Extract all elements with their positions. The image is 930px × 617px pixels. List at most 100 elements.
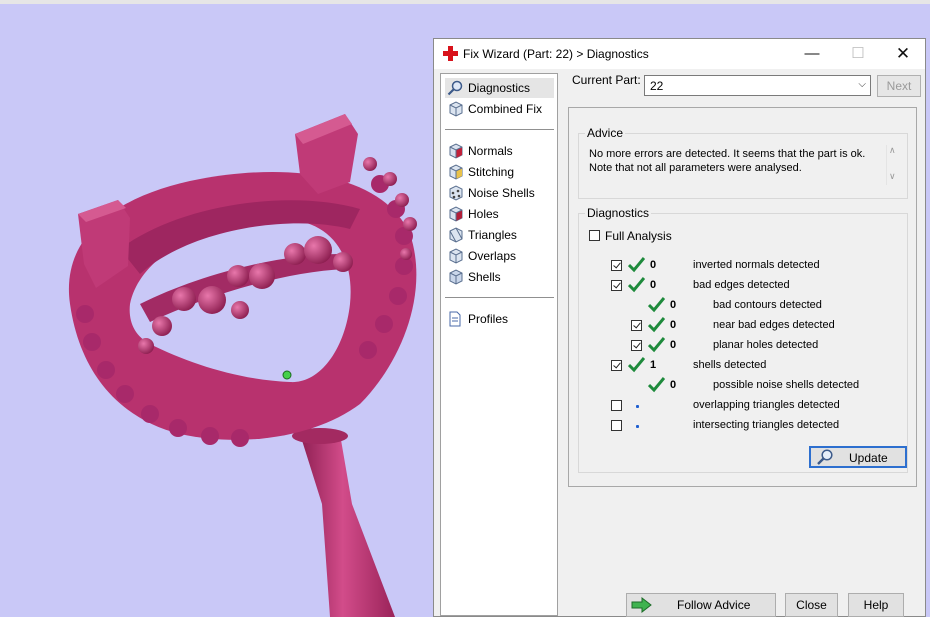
update-button[interactable]: Update xyxy=(809,446,907,468)
3d-viewport[interactable] xyxy=(0,4,433,617)
nav-divider xyxy=(445,297,554,298)
shells-checkbox[interactable] xyxy=(611,360,622,371)
pending-dot-icon xyxy=(636,425,639,428)
nav-item-label: Shells xyxy=(468,270,501,284)
noise-shells-icon xyxy=(449,185,463,201)
nav-item-diagnostics[interactable]: Diagnostics xyxy=(445,78,554,98)
diagnostics-group: Diagnostics Full Analysis 0 inverted nor… xyxy=(578,206,908,473)
near-bad-edges-count: 0 xyxy=(670,319,677,331)
current-part-select[interactable]: 22 ⌵ xyxy=(644,75,871,96)
nav-item-label: Diagnostics xyxy=(468,81,531,95)
minimize-icon[interactable]: — xyxy=(789,39,835,69)
nav-item-profiles[interactable]: Profiles xyxy=(445,309,554,329)
update-label: Update xyxy=(849,451,888,465)
inverted-normals-count: 0 xyxy=(650,259,657,271)
nav-item-noise-shells[interactable]: Noise Shells xyxy=(445,183,554,203)
wizard-navigation: Diagnostics Combined Fix Normals Stitchi… xyxy=(440,73,558,616)
shells-count: 1 xyxy=(650,359,657,371)
nav-item-label: Combined Fix xyxy=(468,102,543,116)
checkmark-icon xyxy=(648,377,665,393)
planar-holes-count: 0 xyxy=(670,339,677,351)
triangles-cube-icon xyxy=(449,227,463,243)
nav-item-label: Profiles xyxy=(468,312,509,326)
nav-item-label: Triangles xyxy=(468,228,517,242)
holes-cube-icon xyxy=(449,206,463,222)
close-button[interactable]: Close xyxy=(785,593,838,617)
title-bar: Fix Wizard (Part: 22) > Diagnostics — ☐ … xyxy=(434,39,925,69)
follow-advice-label: Follow Advice xyxy=(677,598,751,612)
inverted-normals-label: inverted normals detected xyxy=(693,259,820,271)
fix-wizard-dialog: Fix Wizard (Part: 22) > Diagnostics — ☐ … xyxy=(433,38,926,617)
nav-item-overlaps[interactable]: Overlaps xyxy=(445,246,554,266)
current-part-label: Current Part: xyxy=(572,73,641,87)
checkmark-icon xyxy=(648,317,665,333)
stitching-cube-icon xyxy=(449,164,463,180)
bad-edges-count: 0 xyxy=(650,279,657,291)
bad-edges-checkbox[interactable] xyxy=(611,280,622,291)
nav-item-label: Stitching xyxy=(468,165,515,179)
overlaps-cube-icon xyxy=(449,248,463,264)
nav-divider xyxy=(445,129,554,130)
red-cross-icon xyxy=(443,46,458,61)
advice-text: No more errors are detected. It seems th… xyxy=(589,147,879,175)
checkmark-icon xyxy=(648,337,665,353)
checkmark-icon xyxy=(628,357,645,373)
intersecting-triangles-label: intersecting triangles detected xyxy=(693,419,840,431)
arrow-right-icon xyxy=(631,597,652,613)
bad-contours-label: bad contours detected xyxy=(713,299,822,311)
help-button[interactable]: Help xyxy=(848,593,904,617)
shells-cube-icon xyxy=(449,269,463,285)
inverted-normals-checkbox[interactable] xyxy=(611,260,622,271)
window-title: Fix Wizard (Part: 22) > Diagnostics xyxy=(463,47,649,61)
magnifier-icon xyxy=(447,80,463,96)
full-analysis-checkbox[interactable] xyxy=(589,230,600,241)
diagnostics-panel: Advice No more errors are detected. It s… xyxy=(568,107,917,487)
near-bad-edges-label: near bad edges detected xyxy=(713,319,835,331)
overlapping-triangles-checkbox[interactable] xyxy=(611,400,622,411)
advice-text-line: Note that not all parameters were analys… xyxy=(589,162,802,174)
advice-title: Advice xyxy=(585,126,626,140)
bad-contours-count: 0 xyxy=(670,299,677,311)
cube-icon xyxy=(449,101,463,117)
checkmark-icon xyxy=(648,297,665,313)
checkmark-icon xyxy=(628,277,645,293)
nav-item-label: Noise Shells xyxy=(468,186,535,200)
next-button[interactable]: Next xyxy=(877,75,921,97)
scroll-down-icon[interactable]: ∨ xyxy=(889,171,896,182)
advice-text-line: No more errors are detected. It seems th… xyxy=(589,148,866,160)
nav-item-label: Overlaps xyxy=(468,249,517,263)
ring-model xyxy=(68,114,417,617)
planar-holes-checkbox[interactable] xyxy=(631,340,642,351)
bad-edges-label: bad edges detected xyxy=(693,279,790,291)
document-icon xyxy=(449,311,461,327)
overlapping-triangles-label: overlapping triangles detected xyxy=(693,399,840,411)
nav-item-triangles[interactable]: Triangles xyxy=(445,225,554,245)
chevron-down-icon: ⌵ xyxy=(858,79,866,90)
intersecting-triangles-checkbox[interactable] xyxy=(611,420,622,431)
nav-item-label: Normals xyxy=(468,144,513,158)
follow-advice-button[interactable]: Follow Advice xyxy=(626,593,776,617)
normals-cube-icon xyxy=(449,143,463,159)
nav-item-combined-fix[interactable]: Combined Fix xyxy=(445,99,554,119)
noise-shells-label: possible noise shells detected xyxy=(713,379,860,391)
full-analysis-label: Full Analysis xyxy=(605,229,672,243)
shells-label: shells detected xyxy=(693,359,767,371)
maximize-icon[interactable]: ☐ xyxy=(835,39,881,69)
nav-item-label: Holes xyxy=(468,207,499,221)
advice-scrollbar[interactable]: ∧ ∨ xyxy=(886,145,901,185)
near-bad-edges-checkbox[interactable] xyxy=(631,320,642,331)
nav-item-normals[interactable]: Normals xyxy=(445,141,554,161)
advice-group: Advice No more errors are detected. It s… xyxy=(578,126,908,199)
scroll-up-icon[interactable]: ∧ xyxy=(889,145,896,156)
nav-item-holes[interactable]: Holes xyxy=(445,204,554,224)
planar-holes-label: planar holes detected xyxy=(713,339,819,351)
pending-dot-icon xyxy=(636,405,639,408)
checkmark-icon xyxy=(628,257,645,273)
nav-item-stitching[interactable]: Stitching xyxy=(445,162,554,182)
close-icon[interactable]: ✕ xyxy=(880,39,926,69)
nav-item-shells[interactable]: Shells xyxy=(445,267,554,287)
diagnostics-title: Diagnostics xyxy=(585,206,652,220)
magnifier-icon xyxy=(817,449,833,465)
noise-shells-count: 0 xyxy=(670,379,677,391)
current-part-value: 22 xyxy=(650,79,664,93)
